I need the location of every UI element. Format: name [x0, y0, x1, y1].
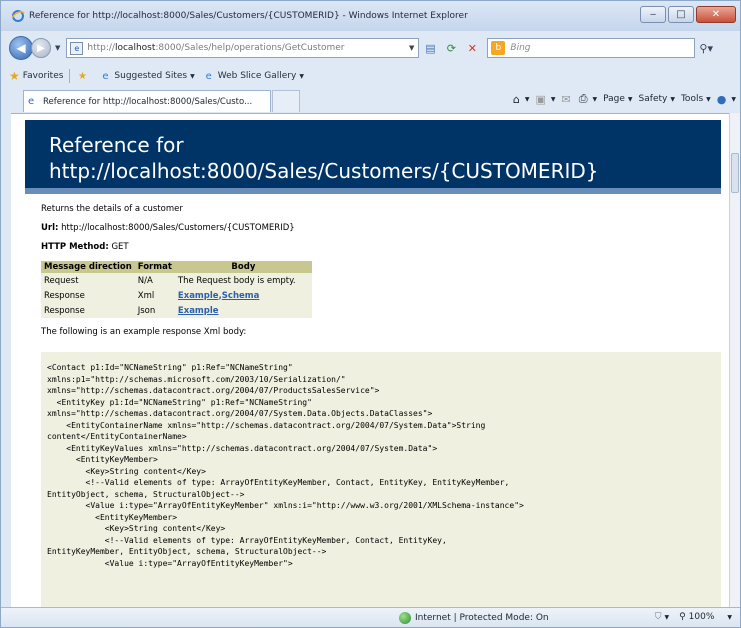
internet-zone-icon [399, 612, 411, 624]
xml-example-code: <Contact p1:Id="NCNameString" p1:Ref="NC… [47, 363, 524, 568]
security-zone[interactable]: Internet | Protected Mode: On [399, 612, 549, 624]
method-value: GET [111, 242, 129, 252]
stop-icon[interactable]: ✕ [463, 39, 481, 57]
column-header: Message direction [41, 261, 135, 273]
zoom-button[interactable]: ⚲ 100% [679, 612, 714, 622]
tab-label: Reference for http://localhost:8000/Sale… [43, 96, 253, 107]
page-viewport[interactable]: Reference for http://localhost:8000/Sale… [11, 113, 731, 607]
page-icon: e [70, 41, 84, 55]
favorites-star-icon: ★ [9, 69, 20, 83]
address-dropdown-icon[interactable]: ▼ [409, 44, 414, 52]
message-table: Message direction Format Body Request N/… [41, 261, 312, 318]
vertical-scrollbar[interactable] [729, 113, 740, 607]
bing-logo-icon: b [491, 41, 506, 55]
feeds-button[interactable]: ▣ ▼ [535, 93, 555, 106]
page-header: Reference for http://localhost:8000/Sale… [25, 120, 721, 194]
close-icon: ✕ [711, 9, 721, 20]
forward-arrow-icon: ▶ [37, 42, 45, 54]
xml-example-link[interactable]: Example [178, 291, 219, 301]
shield-icon: ⛉ [654, 612, 662, 622]
tab-row: e Reference for http://localhost:8000/Sa… [1, 89, 740, 113]
new-tab-button[interactable] [272, 90, 300, 112]
table-row: Request N/A The Request body is empty. [41, 273, 312, 288]
web-slice-icon: e [205, 70, 212, 82]
command-bar: ⌂ ▼ ▣ ▼ ✉ ⎙ ▼ Page ▼ Safety ▼ Tools ▼ ● ▼ [513, 92, 736, 106]
address-bar[interactable]: e http://localhost:8000/Sales/help/opera… [66, 38, 420, 58]
tools-menu[interactable]: Tools ▼ [681, 94, 711, 104]
recent-pages-dropdown-icon[interactable]: ▼ [55, 44, 60, 52]
refresh-icon[interactable]: ⟳ [442, 39, 460, 57]
status-bar: Internet | Protected Mode: On ⛉ ▼ ⚲ 100% … [1, 607, 740, 627]
zoom-dropdown-icon[interactable]: ▼ [727, 614, 732, 621]
tab-page-icon: e [28, 95, 35, 107]
help-button[interactable]: ● ▼ [717, 93, 736, 106]
favorites-button[interactable]: Favorites [23, 71, 64, 81]
table-header-row: Message direction Format Body [41, 261, 312, 273]
table-row: Response Json Example [41, 303, 312, 318]
add-favorite-icon: ★ [77, 70, 87, 82]
suggested-sites-icon: e [102, 70, 109, 82]
home-icon: ⌂ [512, 92, 520, 106]
column-header: Body [174, 261, 312, 273]
method-line: HTTP Method: GET [41, 242, 129, 252]
print-icon: ⎙ [578, 92, 588, 105]
page-title: Reference for http://localhost:8000/Sale… [49, 133, 599, 183]
back-button[interactable]: ◀ [9, 36, 33, 60]
window-title: Reference for http://localhost:8000/Sale… [29, 11, 468, 21]
maximize-button[interactable]: □ [668, 6, 694, 23]
forward-button[interactable]: ▶ [31, 38, 51, 58]
security-zone-label: Internet | Protected Mode: On [415, 613, 549, 623]
example-intro: The following is an example response Xml… [41, 327, 247, 337]
page-body: Returns the details of a customer Url: h… [41, 204, 721, 346]
ie-logo-icon [11, 10, 25, 22]
favorites-bar: ★ Favorites ★ e Suggested Sites ▼ e Web S… [1, 65, 740, 87]
protected-mode-button[interactable]: ⛉ ▼ [655, 612, 669, 622]
page-menu[interactable]: Page ▼ [603, 94, 632, 104]
compatibility-view-icon[interactable]: ▤ [421, 39, 439, 57]
json-example-link[interactable]: Example [178, 306, 219, 316]
favorites-item-web-slice-gallery[interactable]: e Web Slice Gallery ▼ [203, 70, 304, 82]
read-mail-button[interactable]: ✉ [561, 93, 572, 106]
browser-window: Reference for http://localhost:8000/Sale… [0, 0, 741, 628]
help-icon: ● [716, 92, 727, 106]
operation-description: Returns the details of a customer [41, 204, 183, 214]
maximize-icon: □ [676, 9, 686, 20]
address-url[interactable]: http://localhost:8000/Sales/help/operati… [87, 43, 344, 53]
zoom-level: 100% [688, 612, 715, 622]
zoom-icon: ⚲ [679, 612, 686, 622]
address-row: ◀ ▶ ▼ e http://localhost:8000/Sales/help… [1, 33, 740, 63]
mail-icon: ✉ [561, 92, 571, 106]
minimize-icon: ‒ [649, 9, 657, 20]
favorites-separator [69, 69, 71, 83]
chevron-down-icon: ▼ [190, 72, 195, 80]
xml-example-block: <Contact p1:Id="NCNameString" p1:Ref="NC… [41, 352, 721, 607]
search-box[interactable]: b Bing [487, 38, 696, 58]
print-button[interactable]: ⎙ ▼ [579, 92, 597, 106]
favorites-item-suggested-sites[interactable]: e Suggested Sites ▼ [99, 70, 194, 82]
search-icon[interactable]: ⚲▾ [699, 42, 713, 55]
feeds-icon: ▣ [535, 92, 546, 106]
back-arrow-icon: ◀ [16, 41, 26, 55]
column-header: Format [134, 261, 175, 273]
minimize-button[interactable]: ‒ [640, 6, 666, 23]
tab-active[interactable]: e Reference for http://localhost:8000/Sa… [23, 90, 271, 112]
scrollbar-thumb[interactable] [731, 153, 739, 193]
close-button[interactable]: ✕ [696, 6, 736, 23]
table-row: Response Xml Example,Schema [41, 288, 312, 303]
url-value: http://localhost:8000/Sales/Customers/{C… [61, 223, 295, 233]
home-button[interactable]: ⌂ ▼ [513, 93, 530, 106]
add-to-favorites-bar-button[interactable]: ★ [76, 70, 91, 82]
chevron-down-icon: ▼ [299, 72, 304, 80]
title-bar: Reference for http://localhost:8000/Sale… [1, 1, 740, 31]
safety-menu[interactable]: Safety ▼ [639, 94, 675, 104]
search-placeholder: Bing [510, 43, 531, 53]
url-line: Url: http://localhost:8000/Sales/Custome… [41, 223, 295, 233]
xml-schema-link[interactable]: Schema [222, 291, 260, 301]
